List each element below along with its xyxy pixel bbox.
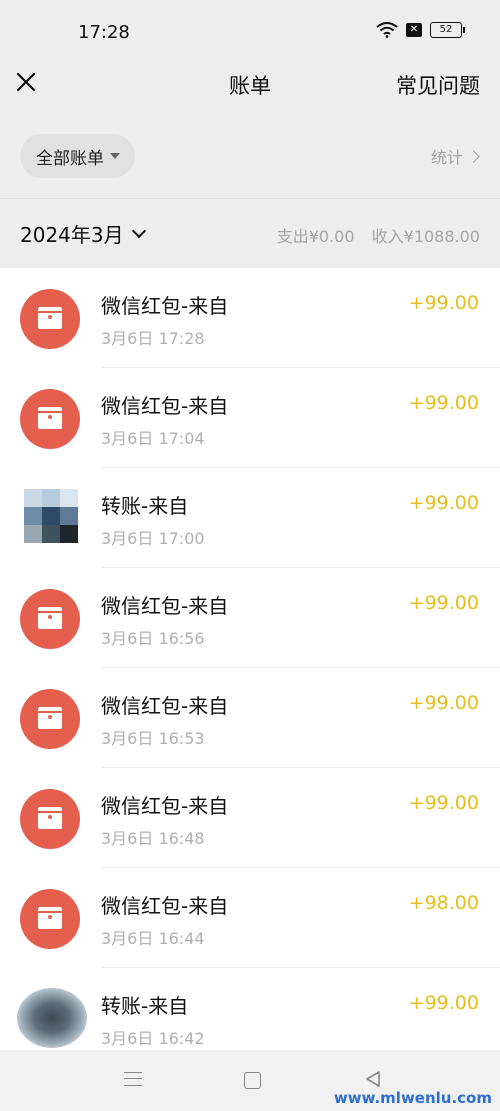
income-total: 收入¥1088.00: [371, 227, 480, 246]
caret-down-icon: [110, 153, 120, 159]
transaction-row[interactable]: 转账-来自 3月6日 17:00 +99.00: [0, 468, 500, 568]
red-packet-icon: [20, 689, 80, 749]
transaction-amount: +99.00: [408, 292, 479, 314]
transaction-row[interactable]: 微信红包-来自 3月6日 16:44 +98.00: [0, 868, 500, 968]
transaction-time: 3月6日 17:00: [101, 529, 205, 548]
faq-link[interactable]: 常见问题: [396, 70, 480, 100]
transaction-title: 转账-来自: [101, 494, 189, 518]
transaction-time: 3月6日 16:42: [101, 1029, 205, 1048]
wifi-icon: [376, 22, 398, 38]
transaction-title: 微信红包-来自: [101, 694, 229, 718]
transaction-title: 转账-来自: [101, 994, 189, 1018]
system-nav-bar: www.mlwenlu.com: [0, 1050, 500, 1111]
transaction-amount: +99.00: [408, 692, 479, 714]
avatar: [17, 988, 87, 1048]
expense-total: 支出¥0.00: [276, 227, 355, 246]
menu-icon[interactable]: [124, 1072, 142, 1086]
transaction-title: 微信红包-来自: [101, 794, 229, 818]
month-selector[interactable]: 2024年3月: [20, 219, 146, 248]
status-time: 17:28: [78, 22, 130, 43]
red-packet-icon: [20, 889, 80, 949]
transaction-time: 3月6日 16:53: [101, 729, 205, 748]
chevron-right-icon: [467, 149, 480, 163]
transaction-row[interactable]: 微信红包-来自 3月6日 16:48 +99.00: [0, 768, 500, 868]
transaction-time: 3月6日 16:48: [101, 829, 205, 848]
bill-filter-label: 全部账单: [36, 148, 104, 169]
transaction-time: 3月6日 17:04: [101, 429, 205, 448]
red-packet-icon: [20, 589, 80, 649]
transaction-title: 微信红包-来自: [101, 394, 229, 418]
chevron-down-icon: [131, 223, 146, 238]
watermark: www.mlwenlu.com: [333, 1089, 492, 1107]
transaction-time: 3月6日 17:28: [101, 329, 205, 348]
bill-filter-dropdown[interactable]: 全部账单: [20, 134, 135, 178]
nav-bar: 账单 常见问题: [0, 62, 500, 106]
transaction-time: 3月6日 16:44: [101, 929, 205, 948]
red-packet-icon: [20, 389, 80, 449]
transaction-amount: +99.00: [408, 492, 479, 514]
transaction-row[interactable]: 微信红包-来自 3月6日 16:53 +99.00: [0, 668, 500, 768]
transaction-amount: +99.00: [408, 592, 479, 614]
month-summary: 支出¥0.00 收入¥1088.00: [277, 223, 480, 247]
red-packet-icon: [20, 789, 80, 849]
back-icon[interactable]: [364, 1070, 382, 1088]
month-header: 2024年3月 支出¥0.00 收入¥1088.00: [0, 199, 500, 268]
transaction-row[interactable]: 微信红包-来自 3月6日 17:04 +99.00: [0, 368, 500, 468]
transaction-title: 微信红包-来自: [101, 294, 229, 318]
stats-label: 统计: [430, 148, 463, 167]
transaction-list: 微信红包-来自 3月6日 17:28 +99.00 微信红包-来自 3月6日 1…: [0, 268, 500, 1050]
notification-badge-icon: ✕: [406, 23, 422, 37]
transaction-row[interactable]: 微信红包-来自 3月6日 16:56 +99.00: [0, 568, 500, 668]
red-packet-icon: [20, 289, 80, 349]
avatar: [24, 489, 78, 543]
transaction-row[interactable]: 转账-来自 3月6日 16:42 +99.00: [0, 968, 500, 1050]
transaction-title: 微信红包-来自: [101, 594, 229, 618]
transaction-title: 微信红包-来自: [101, 894, 229, 918]
transaction-row[interactable]: 微信红包-来自 3月6日 17:28 +99.00: [0, 268, 500, 368]
filter-row: 全部账单 统计: [0, 130, 500, 182]
home-icon[interactable]: [244, 1072, 261, 1089]
status-bar: 17:28 ✕ 52: [0, 0, 500, 62]
transaction-time: 3月6日 16:56: [101, 629, 205, 648]
transaction-amount: +98.00: [408, 892, 479, 914]
month-label: 2024年3月: [20, 223, 124, 247]
stats-link[interactable]: 统计: [430, 144, 480, 168]
battery-icon: 52: [430, 22, 465, 38]
transaction-amount: +99.00: [408, 992, 479, 1014]
status-icons: ✕ 52: [376, 22, 465, 38]
transaction-amount: +99.00: [408, 392, 479, 414]
transaction-amount: +99.00: [408, 792, 479, 814]
